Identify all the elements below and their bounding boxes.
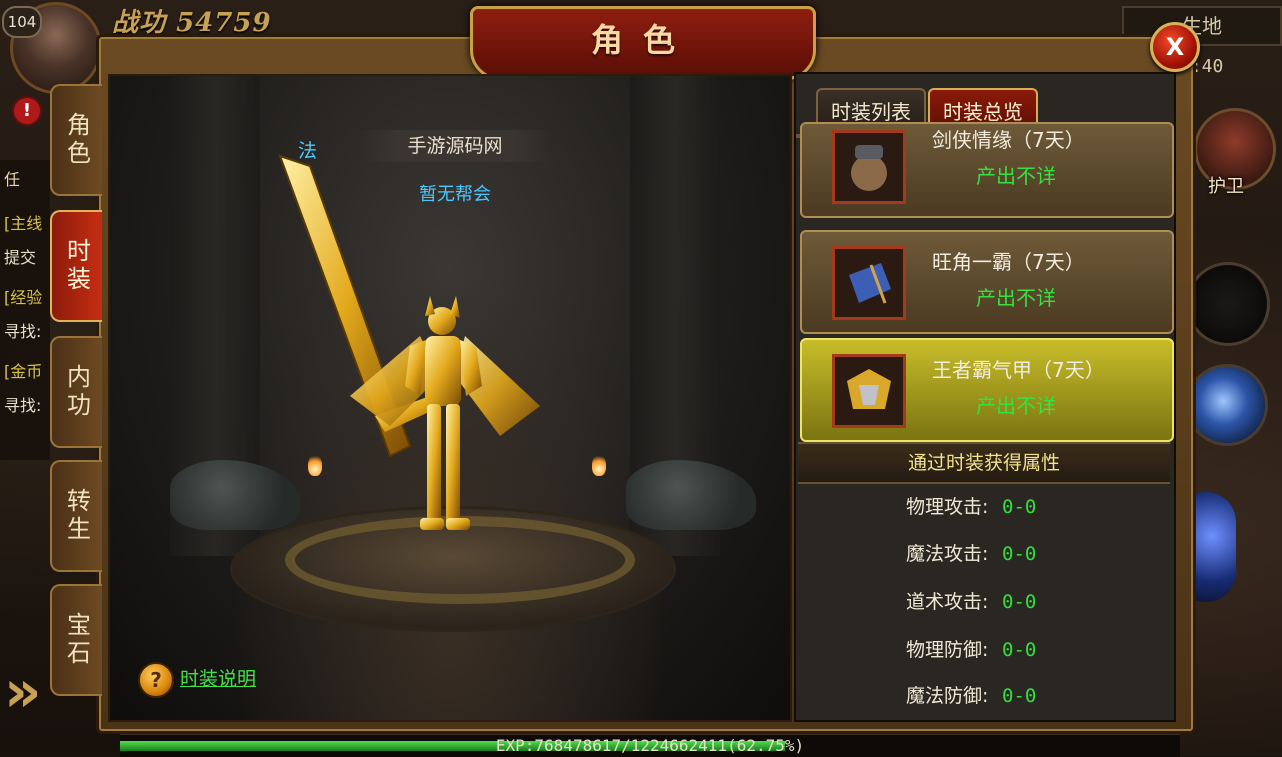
exp-text: EXP:768478617/1224662411(62.75%)	[495, 736, 805, 755]
attribute-row: 魔法防御: 0-0	[796, 681, 1174, 711]
attribute-value: 0-0	[1002, 543, 1037, 565]
class-tag: 法	[298, 140, 318, 162]
guild-name: 暂无帮会	[419, 184, 491, 205]
panel-title-plate: 角色	[470, 6, 816, 80]
quest-line: 寻找:	[4, 396, 42, 415]
fashion-item-card-selected[interactable]: 王者霸气甲（7天） 产出不详	[800, 338, 1174, 442]
panel-title: 角色	[590, 21, 695, 59]
skill-slot[interactable]	[1186, 262, 1270, 346]
attribute-row: 物理防御: 0-0	[796, 635, 1174, 665]
attribute-label: 魔法攻击:	[906, 543, 989, 565]
attribute-label: 物理攻击:	[906, 496, 989, 518]
tab-inner-power[interactable]: 内功	[50, 336, 102, 448]
quest-line: 寻找:	[4, 322, 42, 341]
fashion-item-source: 产出不详	[976, 394, 1056, 418]
blue-armor-icon	[832, 246, 906, 320]
player-level: 104	[2, 6, 42, 38]
tab-fashion[interactable]: 时装	[50, 210, 102, 322]
guard-label: 护卫	[1208, 176, 1244, 197]
attribute-row: 物理攻击: 0-0	[796, 492, 1174, 522]
attribute-value: 0-0	[1002, 685, 1037, 707]
question-icon[interactable]: ?	[138, 662, 174, 698]
gourd-icon	[832, 130, 906, 204]
fashion-item-card[interactable]: 旺角一霸（7天） 产出不详	[800, 230, 1174, 334]
quest-line: [金币	[4, 362, 43, 381]
quest-line: 提交	[4, 248, 37, 267]
quest-line: [经验	[4, 288, 43, 307]
character-showcase: 法 手游源码网 暂无帮会 ? 时装说明	[108, 74, 792, 722]
dragon-statue-right	[626, 460, 756, 530]
quest-line: 任	[4, 170, 21, 189]
golden-armor-character	[278, 154, 540, 530]
attribute-label: 物理防御:	[906, 639, 989, 661]
quest-line: [主线	[4, 214, 43, 233]
close-button[interactable]: X	[1150, 22, 1200, 72]
attribute-value: 0-0	[1002, 591, 1037, 613]
fashion-help-link[interactable]: 时装说明	[180, 664, 256, 691]
attribute-label: 道术攻击:	[906, 591, 989, 613]
fashion-overview-panel: 时装列表 时装总览 剑侠情缘（7天） 产出不详 旺角一霸（7天） 产出不详 王者…	[794, 72, 1176, 722]
tab-rebirth[interactable]: 转生	[50, 460, 102, 572]
attribute-value: 0-0	[1002, 639, 1037, 661]
gold-armor-icon	[832, 354, 906, 428]
combat-power: 战功 54759	[112, 2, 272, 38]
fashion-item-source: 产出不详	[976, 286, 1056, 310]
exp-bar: EXP:768478617/1224662411(62.75%)	[120, 734, 1180, 757]
character-name: 手游源码网	[360, 130, 550, 162]
fashion-item-source: 产出不详	[976, 164, 1056, 188]
quest-tracker[interactable]: 任 [主线 提交 [经验 寻找: [金币 寻找:	[0, 160, 50, 460]
attribute-row: 道术攻击: 0-0	[796, 587, 1174, 617]
alert-icon[interactable]: !	[12, 96, 42, 126]
torch-flame-icon	[592, 454, 606, 476]
fashion-item-name: 王者霸气甲（7天）	[932, 358, 1105, 382]
fashion-item-name: 剑侠情缘（7天）	[932, 128, 1085, 152]
attribute-value: 0-0	[1002, 496, 1037, 518]
lightning-skill-icon[interactable]	[1186, 364, 1268, 446]
fashion-item-name: 旺角一霸（7天）	[932, 250, 1085, 274]
attribute-label: 魔法防御:	[906, 685, 989, 707]
tab-gem[interactable]: 宝石	[50, 584, 102, 696]
attributes-header: 通过时装获得属性	[798, 442, 1170, 484]
tab-role[interactable]: 角色	[50, 84, 102, 196]
attribute-row: 魔法攻击: 0-0	[796, 539, 1174, 569]
fashion-item-card[interactable]: 剑侠情缘（7天） 产出不详	[800, 122, 1174, 218]
expand-arrow-icon[interactable]: »	[4, 656, 48, 726]
